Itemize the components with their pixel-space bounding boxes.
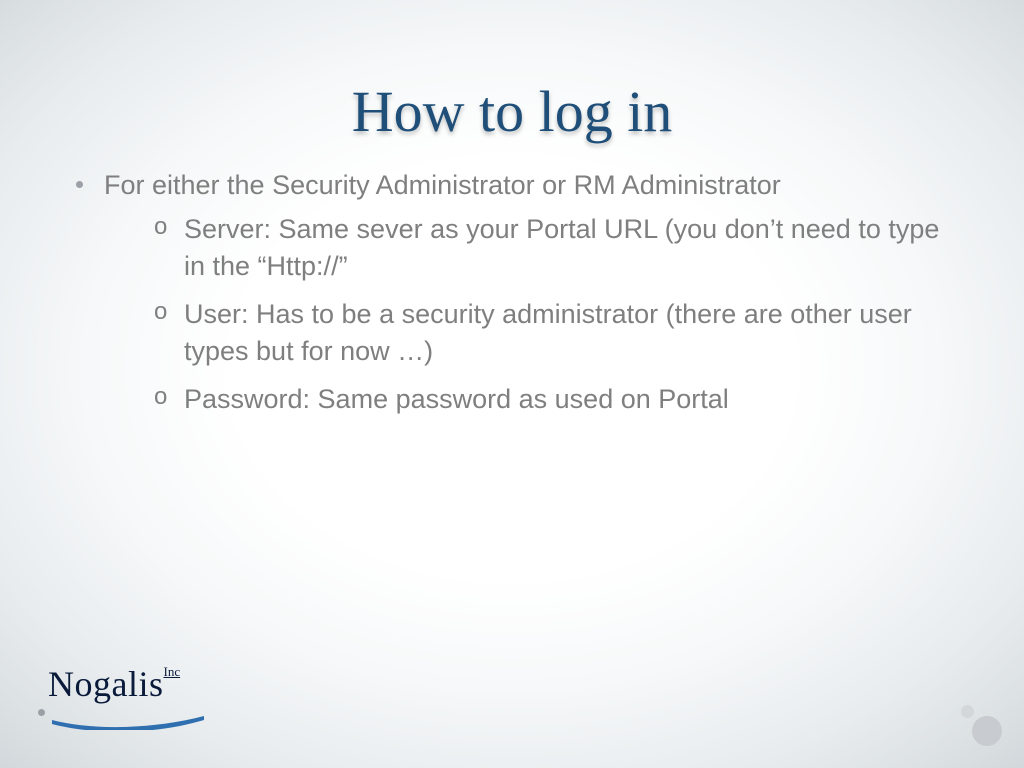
logo-bullet-icon <box>38 709 45 716</box>
bullet-text: For either the Security Administrator or… <box>104 170 781 200</box>
logo-swoosh-icon <box>50 712 206 730</box>
sub-bullet-item: Password: Same password as used on Porta… <box>150 381 954 417</box>
sub-bullet-text: User: Has to be a security administrator… <box>184 299 912 365</box>
bullet-list: For either the Security Administrator or… <box>70 167 954 418</box>
logo-text: Nogalis <box>48 666 164 702</box>
company-logo: NogalisInc <box>48 666 228 728</box>
sub-bullet-text: Server: Same sever as your Portal URL (y… <box>184 214 939 280</box>
logo-suffix: Inc <box>164 664 181 679</box>
corner-decor-icon <box>942 686 1002 746</box>
sub-bullet-item: User: Has to be a security administrator… <box>150 296 954 369</box>
sub-bullet-text: Password: Same password as used on Porta… <box>184 384 729 414</box>
sub-bullet-item: Server: Same sever as your Portal URL (y… <box>150 211 954 284</box>
slide-title: How to log in <box>70 78 954 145</box>
slide: How to log in For either the Security Ad… <box>0 0 1024 768</box>
sub-bullet-list: Server: Same sever as your Portal URL (y… <box>104 211 954 417</box>
bullet-item: For either the Security Administrator or… <box>70 167 954 418</box>
